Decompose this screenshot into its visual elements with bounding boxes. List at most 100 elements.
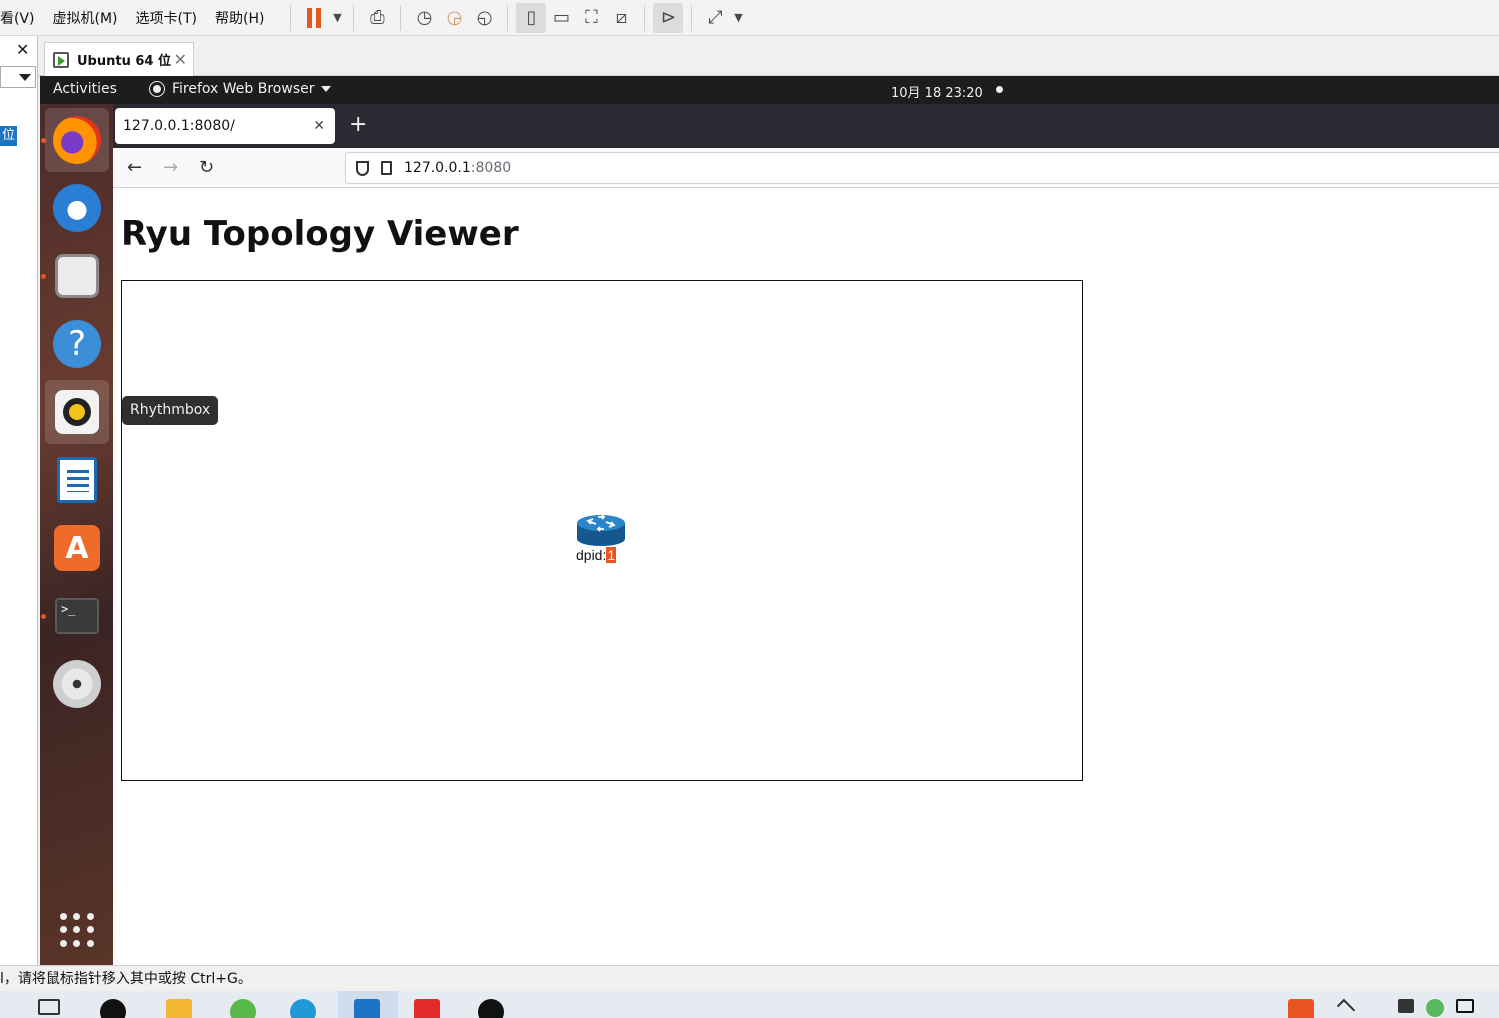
terminal-icon: >_ <box>55 598 99 634</box>
help-icon: ? <box>53 320 101 368</box>
rhythmbox-icon <box>55 390 99 434</box>
stretch-icon[interactable]: ⤢ <box>700 3 730 33</box>
node-label-prefix: dpid: <box>576 547 607 563</box>
toolbar-separator <box>353 4 355 31</box>
ubuntu-dock: ? A >_ <box>40 104 113 965</box>
guest-screen[interactable]: Activities Firefox Web Browser 10月 18 23… <box>40 76 1499 965</box>
thunderbird-icon <box>53 184 101 232</box>
tray-display-icon[interactable] <box>1456 999 1474 1013</box>
url-port: :8080 <box>470 160 512 176</box>
pause-button[interactable] <box>299 3 329 33</box>
node-dpid: 1 <box>606 547 617 563</box>
host-status-bar: l，请将鼠标指针移入其中或按 Ctrl+G。 <box>0 965 1499 991</box>
send-ctrl-alt-del-icon[interactable]: ⎙ <box>362 3 392 33</box>
toolbar-separator <box>644 4 646 31</box>
dock-item-software[interactable]: A <box>45 516 109 580</box>
dvd-icon <box>53 660 101 708</box>
dock-item-files[interactable] <box>45 244 109 308</box>
dock-item-dvd[interactable] <box>45 652 109 716</box>
show-thumbnail-icon[interactable]: ▭ <box>546 3 576 33</box>
close-icon[interactable]: ✕ <box>313 118 325 134</box>
menu-vm[interactable]: 虚拟机(M) <box>53 8 118 28</box>
router-icon <box>577 514 625 546</box>
host-toolbar: 看(V) 虚拟机(M) 选项卡(T) 帮助(H) ▼ ⎙ ◷ ◶ ◵ ▯ ▭ ⛶… <box>0 0 1499 36</box>
dock-item-thunderbird[interactable] <box>45 176 109 240</box>
files-icon <box>55 254 99 298</box>
snapshot-icon[interactable]: ◷ <box>409 3 439 33</box>
node-label: dpid:1 <box>576 547 617 563</box>
show-library-icon[interactable]: ▯ <box>516 2 547 33</box>
dock-item-help[interactable]: ? <box>45 312 109 376</box>
edge-icon[interactable] <box>290 999 316 1018</box>
close-icon[interactable]: ✕ <box>174 50 187 69</box>
dock-item-rhythmbox[interactable] <box>45 380 109 444</box>
menu-help[interactable]: 帮助(H) <box>215 8 264 28</box>
windows-taskbar <box>0 991 1499 1018</box>
unity-icon[interactable]: ⧄ <box>606 3 636 33</box>
library-dropdown[interactable] <box>0 66 36 88</box>
dock-item-firefox[interactable] <box>45 108 109 172</box>
reload-button[interactable]: ↻ <box>199 157 214 178</box>
browser-tab[interactable]: 127.0.0.1:8080/ ✕ <box>115 108 335 144</box>
browser-icon[interactable] <box>230 999 256 1018</box>
url-host: 127.0.0.1 <box>404 160 471 176</box>
toolbar-separator <box>507 4 509 31</box>
vm-tab[interactable]: Ubuntu 64 位 ✕ <box>44 42 194 76</box>
chevron-down-icon[interactable]: ▼ <box>730 3 746 33</box>
chevron-down-icon[interactable]: ▼ <box>329 3 345 33</box>
switch-node[interactable]: dpid:1 <box>576 513 636 569</box>
revert-snapshot-icon[interactable]: ◶ <box>439 3 469 33</box>
toolbar-separator <box>290 4 292 31</box>
chevron-up-icon[interactable] <box>1336 998 1356 1018</box>
firefox-icon <box>53 116 101 164</box>
notification-dot-icon <box>996 86 1003 93</box>
close-icon[interactable]: ✕ <box>16 40 29 59</box>
full-screen-icon[interactable]: ⛶ <box>576 3 606 33</box>
firefox-tab-bar: 127.0.0.1:8080/ ✕ + <box>113 104 1499 148</box>
wechat-icon[interactable] <box>100 999 126 1018</box>
toolbar-separator <box>691 4 693 31</box>
dock-item-writer[interactable] <box>45 448 109 512</box>
dock-item-terminal[interactable]: >_ <box>45 584 109 648</box>
chevron-down-icon <box>320 86 331 92</box>
app-menu-label: Firefox Web Browser <box>172 81 315 97</box>
vm-tabstrip: Ubuntu 64 位 ✕ <box>38 36 1499 76</box>
page-title: Ryu Topology Viewer <box>121 214 519 254</box>
topology-canvas[interactable]: dpid:1 <box>121 280 1083 781</box>
library-selected-item[interactable]: 位 <box>0 126 17 146</box>
libreoffice-writer-icon <box>57 457 97 503</box>
vmware-icon <box>354 999 380 1018</box>
qq-icon[interactable] <box>478 999 504 1018</box>
ubuntu-software-icon: A <box>54 525 100 571</box>
app-menu[interactable]: Firefox Web Browser <box>150 81 331 97</box>
tab-title: 127.0.0.1:8080/ <box>123 118 235 134</box>
console-icon[interactable]: ⊳ <box>653 2 684 33</box>
snapshot-manager-icon[interactable]: ◵ <box>469 3 499 33</box>
firefox-icon <box>150 82 164 96</box>
firefox-navbar: ← → ↻ 127.0.0.1 :8080 <box>113 148 1499 188</box>
app-grid-icon <box>60 913 94 947</box>
ime-icon[interactable] <box>1288 999 1314 1018</box>
wps-icon[interactable] <box>414 999 440 1018</box>
menu-view[interactable]: 看(V) <box>0 8 35 28</box>
forward-button[interactable]: → <box>163 157 178 178</box>
clock[interactable]: 10月 18 23:20 <box>891 82 983 101</box>
activities-button[interactable]: Activities <box>53 81 117 97</box>
url-bar[interactable]: 127.0.0.1 :8080 <box>345 152 1499 184</box>
back-button[interactable]: ← <box>127 157 142 178</box>
tray-green-icon[interactable] <box>1426 999 1444 1017</box>
tray-app-icon[interactable] <box>1398 999 1414 1013</box>
vm-running-icon <box>53 51 69 68</box>
gnome-top-bar: Activities Firefox Web Browser 10月 18 23… <box>40 76 1499 104</box>
page-icon[interactable] <box>381 161 392 175</box>
menu-tabs[interactable]: 选项卡(T) <box>136 8 197 28</box>
page-content: Ryu Topology Viewer dpid:1 <box>113 188 1499 965</box>
vm-tab-title: Ubuntu 64 位 <box>77 54 171 69</box>
new-tab-button[interactable]: + <box>349 112 367 137</box>
task-view-icon[interactable] <box>38 999 60 1015</box>
shield-icon[interactable] <box>356 160 369 176</box>
file-explorer-icon[interactable] <box>166 999 192 1018</box>
toolbar-separator <box>400 4 402 31</box>
show-applications-button[interactable] <box>45 898 109 962</box>
library-pane: ✕ 位 <box>0 36 38 966</box>
